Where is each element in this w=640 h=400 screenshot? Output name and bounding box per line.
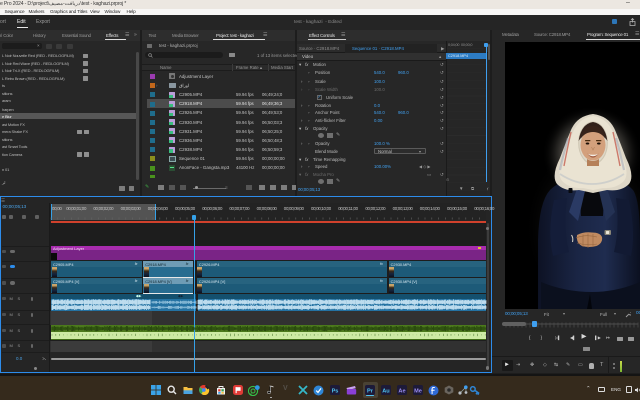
svg-text:Au: Au — [382, 388, 390, 394]
svg-text:Me: Me — [414, 388, 422, 394]
svg-text:Ps: Ps — [332, 388, 339, 394]
svg-text:Ae: Ae — [398, 388, 405, 394]
svg-text:Pr: Pr — [367, 388, 374, 394]
